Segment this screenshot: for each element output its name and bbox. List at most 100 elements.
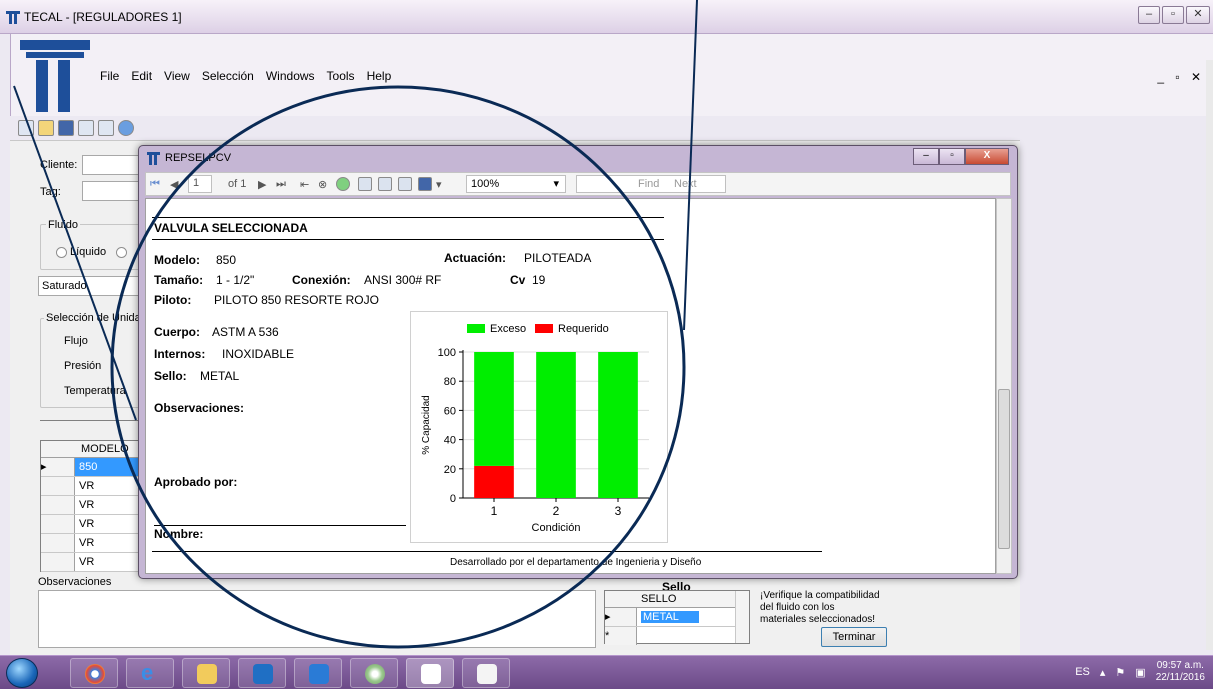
- last-page-icon[interactable]: ⏭: [276, 178, 286, 191]
- mail-taskbar-button[interactable]: [294, 658, 342, 688]
- footer-rule: [152, 551, 822, 552]
- prev-page-icon[interactable]: ◀: [170, 178, 178, 191]
- back-icon[interactable]: ⇤: [300, 178, 309, 191]
- next-link[interactable]: Next: [674, 178, 697, 190]
- ie-taskbar-button[interactable]: e: [126, 658, 174, 688]
- minimize-button[interactable]: –: [1138, 6, 1160, 24]
- models-grid[interactable]: MODELO ▸ 850 VR VR VR VR VR: [40, 440, 140, 572]
- page-number-input[interactable]: 1: [188, 175, 212, 193]
- menu-windows[interactable]: Windows: [266, 69, 315, 85]
- clock[interactable]: 09:57 a.m. 22/11/2016: [1156, 660, 1205, 684]
- cliente-input[interactable]: [82, 155, 142, 175]
- print-icon[interactable]: [78, 120, 94, 136]
- saturado-select[interactable]: Saturado: [38, 276, 142, 296]
- maximize-button[interactable]: ▫: [1162, 6, 1184, 24]
- menu-tools[interactable]: Tools: [327, 69, 355, 85]
- start-button[interactable]: [6, 658, 38, 688]
- mdi-window-buttons[interactable]: _ ▫ ✕: [1157, 70, 1205, 84]
- table-row[interactable]: VR: [41, 515, 139, 534]
- chevron-up-icon[interactable]: ▴: [1100, 666, 1106, 679]
- close-button[interactable]: ✕: [1186, 6, 1210, 24]
- bar-exceso-1: [474, 352, 514, 466]
- menu-view[interactable]: View: [164, 69, 190, 85]
- report-title-bar: REPSELPCV – ▫ X: [141, 148, 1015, 170]
- tag-label: Tag:: [40, 186, 61, 198]
- system-tray: ES ▴ ⚑ ▣ 09:57 a.m. 22/11/2016: [1075, 660, 1205, 684]
- internos-value: INOXIDABLE: [222, 347, 295, 361]
- report-scrollbar[interactable]: [996, 198, 1012, 574]
- observaciones-textarea[interactable]: [38, 590, 596, 648]
- legend-swatch-requerido: [535, 324, 553, 333]
- menu-file[interactable]: File: [100, 69, 119, 85]
- cliente-label: Cliente:: [40, 159, 78, 171]
- zoom-select[interactable]: 100% ▾: [466, 175, 566, 193]
- capacity-chart: 0 20 40 60 80 100 1 2 3 Condición % Capacidad Exces…: [410, 311, 668, 543]
- menu-seleccion[interactable]: Selección: [202, 69, 254, 85]
- actuacion-value: PILOTEADA: [524, 251, 592, 265]
- new-file-icon[interactable]: [18, 120, 34, 136]
- refresh-icon[interactable]: [336, 177, 350, 191]
- sello-grid-header: SELLO: [605, 591, 749, 608]
- cuerpo-label: Cuerpo:: [154, 325, 200, 339]
- x-tick-label: 2: [553, 504, 560, 518]
- report-heading: VALVULA SELECCIONADA: [154, 221, 308, 235]
- compatibility-warning: ¡Verifique la compatibilidad del fluido …: [760, 590, 880, 625]
- observaciones-label: Observaciones:: [154, 401, 245, 415]
- x-tick-label: 3: [615, 504, 622, 518]
- next-page-icon[interactable]: ▶: [258, 178, 266, 191]
- table-row[interactable]: ▸ 850: [41, 458, 139, 477]
- menu-edit[interactable]: Edit: [131, 69, 152, 85]
- terminar-button[interactable]: Terminar: [821, 627, 887, 647]
- language-indicator[interactable]: ES: [1075, 666, 1090, 678]
- table-row[interactable]: VR: [41, 496, 139, 515]
- close-button[interactable]: X: [965, 148, 1009, 165]
- main-scrollbar[interactable]: [1206, 60, 1213, 650]
- tecal-taskbar-button[interactable]: [406, 658, 454, 688]
- sello-scrollbar[interactable]: [735, 591, 749, 643]
- temperatura-label: Temperatura: [64, 385, 126, 397]
- flag-icon[interactable]: ⚑: [1115, 666, 1125, 679]
- page-setup-icon[interactable]: [398, 177, 412, 191]
- maximize-button[interactable]: ▫: [939, 148, 965, 165]
- outlook-taskbar-button[interactable]: [238, 658, 286, 688]
- table-row[interactable]: VR: [41, 553, 139, 572]
- export-dropdown-icon[interactable]: ▾: [436, 178, 442, 191]
- tecal-logo: [20, 40, 90, 112]
- liquido-radio[interactable]: Líquido: [56, 246, 106, 258]
- network-icon[interactable]: ▣: [1135, 666, 1145, 679]
- save-icon[interactable]: [58, 120, 74, 136]
- print-preview-icon[interactable]: [98, 120, 114, 136]
- menu-help[interactable]: Help: [367, 69, 392, 85]
- table-row[interactable]: VR: [41, 534, 139, 553]
- document-taskbar-button[interactable]: [462, 658, 510, 688]
- sello-grid[interactable]: SELLO ▸ METAL *: [604, 590, 750, 646]
- globe-icon[interactable]: [118, 120, 134, 136]
- internos-label: Internos:: [154, 347, 206, 361]
- table-row-new[interactable]: *: [605, 627, 749, 646]
- media-taskbar-button[interactable]: [350, 658, 398, 688]
- print-icon[interactable]: [358, 177, 372, 191]
- tag-input[interactable]: [82, 181, 142, 201]
- gas-radio[interactable]: [116, 246, 130, 258]
- explorer-taskbar-button[interactable]: [182, 658, 230, 688]
- chrome-taskbar-button[interactable]: [70, 658, 118, 688]
- print-layout-icon[interactable]: [378, 177, 392, 191]
- find-link[interactable]: Find: [638, 178, 659, 190]
- export-icon[interactable]: [418, 177, 432, 191]
- stop-icon[interactable]: ⊗: [318, 178, 327, 191]
- table-row[interactable]: VR: [41, 477, 139, 496]
- report-top-rule: [152, 217, 664, 218]
- report-scrollbar-thumb[interactable]: [998, 389, 1010, 549]
- table-row[interactable]: ▸ METAL: [605, 608, 749, 627]
- minimize-button[interactable]: –: [913, 148, 939, 165]
- actuacion-label: Actuación:: [444, 251, 507, 265]
- nombre-label: Nombre:: [154, 527, 204, 541]
- y-tick-label: 60: [444, 405, 456, 417]
- observaciones-label: Observaciones: [38, 576, 112, 588]
- flujo-label: Flujo: [64, 335, 88, 347]
- first-page-icon[interactable]: ⏮: [150, 178, 160, 191]
- conexion-label: Conexión:: [292, 273, 351, 287]
- form-divider: [40, 420, 140, 421]
- open-folder-icon[interactable]: [38, 120, 54, 136]
- piloto-label: Piloto:: [154, 293, 192, 307]
